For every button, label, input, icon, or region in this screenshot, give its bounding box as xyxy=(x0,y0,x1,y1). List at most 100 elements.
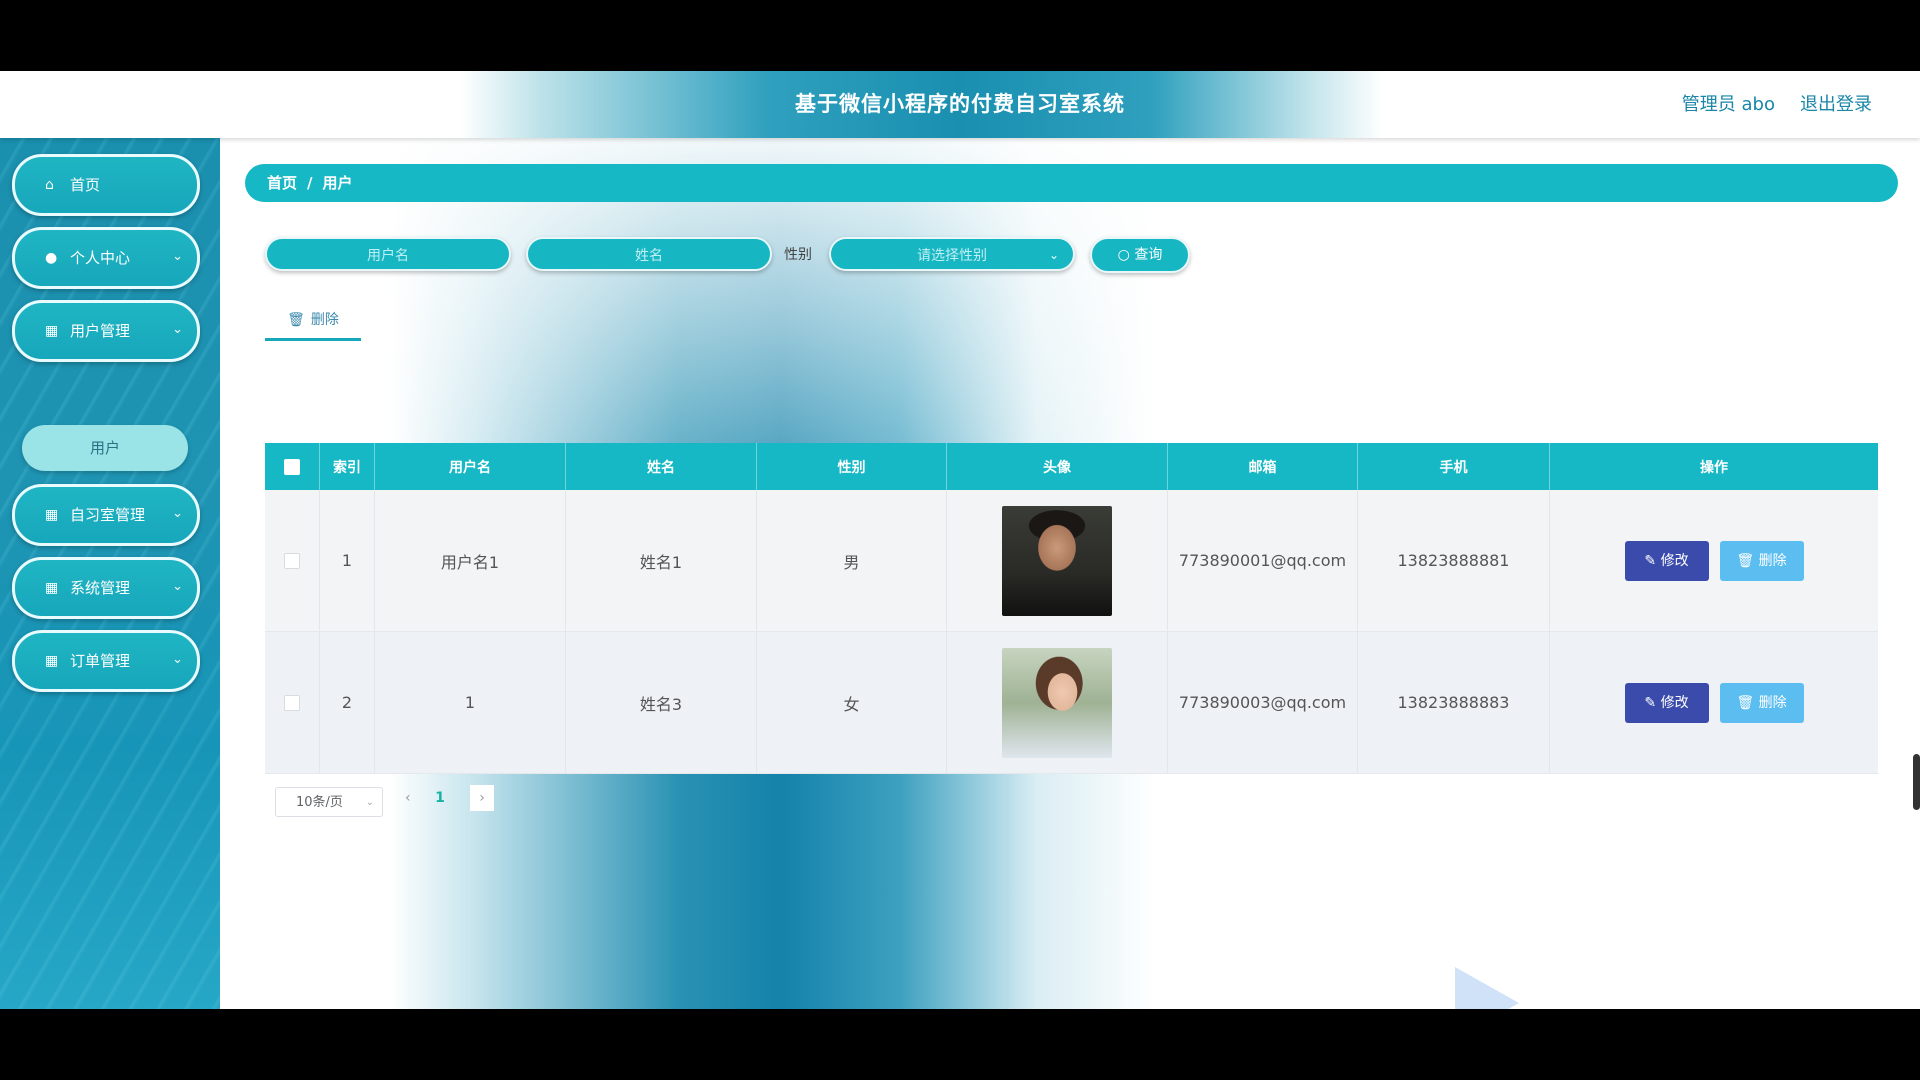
page-scrollbar[interactable] xyxy=(1913,754,1920,810)
table-header-row: 索引 用户名 姓名 性别 头像 邮箱 手机 操作 xyxy=(265,443,1878,490)
trash-icon: 🗑 xyxy=(287,312,305,328)
trash-icon: 🗑 xyxy=(1736,694,1759,711)
user-table: 索引 用户名 姓名 性别 头像 邮箱 手机 操作 1 用户名1 姓名1 男 77… xyxy=(265,443,1878,774)
sidebar-item-system-management[interactable]: ▦ 系统管理 ⌄ xyxy=(12,557,200,619)
sidebar-item-label: 用户管理 xyxy=(70,322,131,340)
username-search-input[interactable]: 用户名 xyxy=(265,237,511,271)
sidebar-item-label: 首页 xyxy=(70,176,101,194)
row-select-cell xyxy=(265,490,320,631)
header-avatar: 头像 xyxy=(947,443,1168,490)
breadcrumb-home[interactable]: 首页 xyxy=(267,174,297,192)
header-email: 邮箱 xyxy=(1168,443,1358,490)
cell-index: 2 xyxy=(320,632,375,773)
breadcrumb-separator: / xyxy=(307,174,313,192)
row-checkbox[interactable] xyxy=(284,552,300,569)
sidebar-item-home[interactable]: ⌂ 首页 xyxy=(12,154,200,216)
edit-button-label: 修改 xyxy=(1660,694,1689,711)
cell-username: 1 xyxy=(375,632,566,773)
header-actions: 操作 xyxy=(1550,443,1878,490)
prev-page-button[interactable]: ‹ xyxy=(405,783,411,813)
query-button[interactable]: ○ 查询 xyxy=(1090,237,1190,273)
page-size-value: 10条/页 xyxy=(296,795,343,810)
cell-actions: ✎ 修改 🗑 删除 xyxy=(1550,490,1878,631)
name-search-input[interactable]: 姓名 xyxy=(526,237,772,271)
next-page-button[interactable]: › xyxy=(470,785,494,811)
table-row: 1 用户名1 姓名1 男 773890001@qq.com 1382388888… xyxy=(265,490,1878,632)
grid-icon: ▦ xyxy=(45,580,59,596)
chevron-down-icon: ⌄ xyxy=(172,506,183,521)
select-all-cell xyxy=(265,443,320,490)
delete-button-label: 删除 xyxy=(1758,694,1787,711)
query-button-label: 查询 xyxy=(1134,247,1163,263)
sidebar-item-study-room-management[interactable]: ▦ 自习室管理 ⌄ xyxy=(12,484,200,546)
home-icon: ⌂ xyxy=(45,177,54,193)
header-gender: 性别 xyxy=(757,443,947,490)
header-index: 索引 xyxy=(320,443,375,490)
edit-button-label: 修改 xyxy=(1660,552,1689,569)
logout-link[interactable]: 退出登录 xyxy=(1800,71,1872,138)
trash-icon: 🗑 xyxy=(1736,552,1759,569)
header-phone: 手机 xyxy=(1358,443,1550,490)
header-name: 姓名 xyxy=(566,443,757,490)
edit-button[interactable]: ✎ 修改 xyxy=(1624,540,1709,581)
cell-actions: ✎ 修改 🗑 删除 xyxy=(1550,632,1878,773)
cell-email: 773890001@qq.com xyxy=(1168,490,1358,631)
avatar xyxy=(1002,505,1112,616)
sidebar-item-label: 系统管理 xyxy=(70,579,131,597)
cell-phone: 13823888881 xyxy=(1358,490,1550,631)
cell-phone: 13823888883 xyxy=(1358,632,1550,773)
row-checkbox[interactable] xyxy=(284,694,300,711)
page-size-select[interactable]: 10条/页 ⌄ xyxy=(275,787,383,817)
page-number-current[interactable]: 1 xyxy=(425,783,455,813)
cell-gender: 男 xyxy=(757,490,947,631)
batch-delete-button[interactable]: 🗑 删除 xyxy=(265,302,361,341)
chevron-down-icon: ⌄ xyxy=(172,249,183,264)
chevron-down-icon: ⌄ xyxy=(1048,248,1059,262)
sidebar-item-label: 个人中心 xyxy=(70,249,131,267)
search-icon: ○ xyxy=(1117,247,1130,263)
delete-button[interactable]: 🗑 删除 xyxy=(1719,540,1804,581)
breadcrumb: 首页 / 用户 xyxy=(245,164,1898,202)
chevron-down-icon: ⌄ xyxy=(172,652,183,667)
select-all-checkbox[interactable] xyxy=(284,458,300,475)
chevron-down-icon: ⌄ xyxy=(172,322,183,337)
sidebar-item-label: 订单管理 xyxy=(70,652,131,670)
cell-gender: 女 xyxy=(757,632,947,773)
sidebar-item-personal-center[interactable]: ● 个人中心 ⌄ xyxy=(12,227,200,289)
cell-avatar xyxy=(947,490,1168,631)
edit-icon: ✎ xyxy=(1644,552,1661,569)
user-icon: ● xyxy=(45,250,58,266)
sidebar-item-order-management[interactable]: ▦ 订单管理 ⌄ xyxy=(12,630,200,692)
cell-index: 1 xyxy=(320,490,375,631)
system-title: 基于微信小程序的付费自习室系统 xyxy=(795,92,1125,116)
grid-icon: ▦ xyxy=(45,323,59,339)
delete-button[interactable]: 🗑 删除 xyxy=(1719,682,1804,723)
edit-icon: ✎ xyxy=(1644,694,1661,711)
grid-icon: ▦ xyxy=(45,653,59,669)
chevron-down-icon: ⌄ xyxy=(172,579,183,594)
cell-email: 773890003@qq.com xyxy=(1168,632,1358,773)
gender-select[interactable]: 请选择性别 ⌄ xyxy=(829,237,1075,271)
edit-button[interactable]: ✎ 修改 xyxy=(1624,682,1709,723)
cell-name: 姓名3 xyxy=(566,632,757,773)
sidebar: ⌂ 首页 ● 个人中心 ⌄ ▦ 用户管理 ⌄ 用户 ▦ 自习室管理 ⌄ ▦ 系统… xyxy=(0,138,220,1009)
sidebar-item-user-management[interactable]: ▦ 用户管理 ⌄ xyxy=(12,300,200,362)
main-content: 首页 / 用户 用户名 姓名 性别 请选择性别 ⌄ ○ 查询 🗑 删除 索引 用户名 … xyxy=(220,138,1920,1009)
grid-icon: ▦ xyxy=(45,507,59,523)
batch-delete-label: 删除 xyxy=(310,312,339,328)
header-username: 用户名 xyxy=(375,443,566,490)
gender-label: 性别 xyxy=(784,247,812,263)
top-header: 基于微信小程序的付费自习室系统 管理员 abo 退出登录 xyxy=(0,71,1920,138)
sidebar-subitem-users[interactable]: 用户 xyxy=(22,425,188,471)
table-row: 2 1 姓名3 女 773890003@qq.com 13823888883 ✎… xyxy=(265,632,1878,774)
play-watermark-icon xyxy=(1455,967,1519,1009)
delete-button-label: 删除 xyxy=(1758,552,1787,569)
table-body: 1 用户名1 姓名1 男 773890001@qq.com 1382388888… xyxy=(265,490,1878,774)
sidebar-item-label: 自习室管理 xyxy=(70,506,146,524)
breadcrumb-current: 用户 xyxy=(322,174,353,192)
cell-name: 姓名1 xyxy=(566,490,757,631)
row-select-cell xyxy=(265,632,320,773)
cell-avatar xyxy=(947,632,1168,773)
chevron-down-icon: ⌄ xyxy=(365,797,374,808)
cell-username: 用户名1 xyxy=(375,490,566,631)
